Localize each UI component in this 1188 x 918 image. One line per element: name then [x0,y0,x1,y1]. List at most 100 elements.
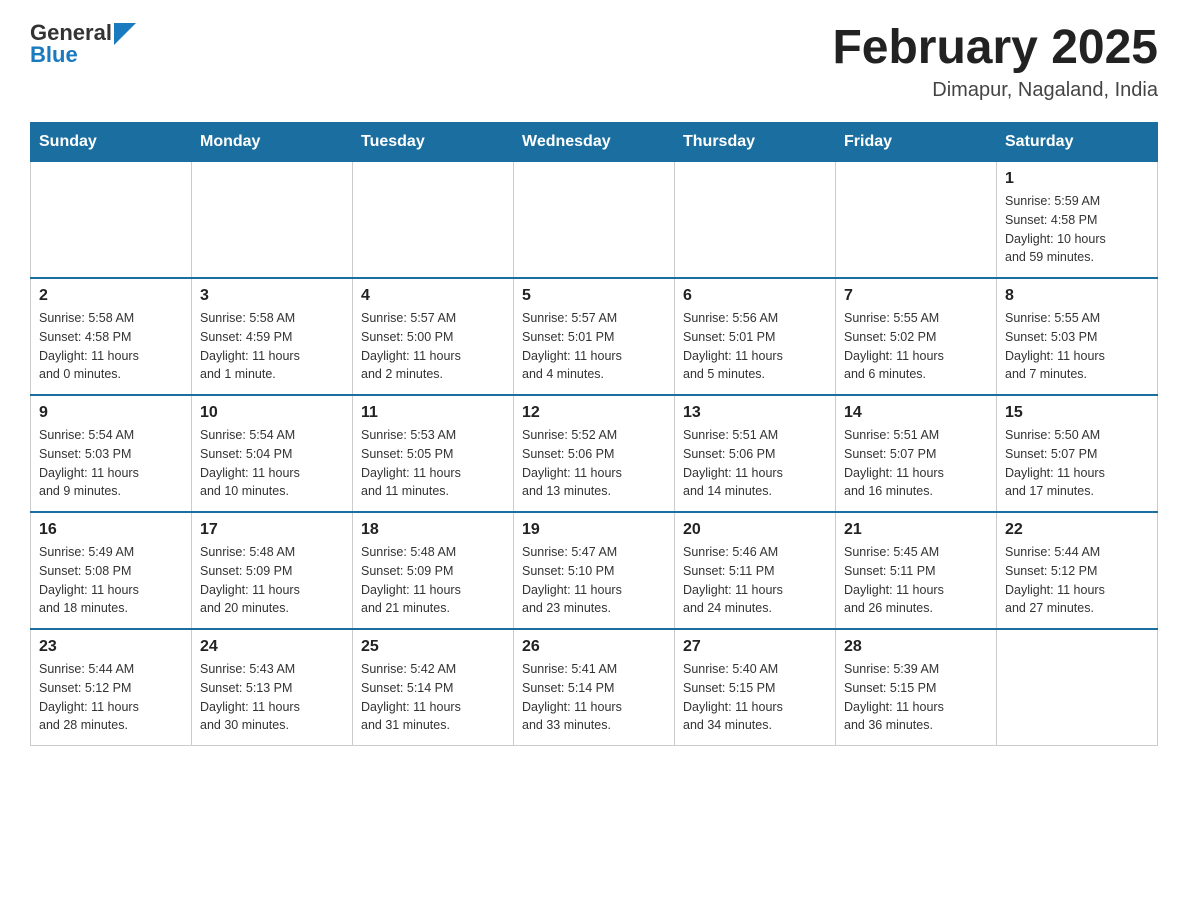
day-of-week-header: Wednesday [514,123,675,162]
calendar-cell: 14 Sunrise: 5:51 AM Sunset: 5:07 PM Dayli… [836,395,997,512]
day-number: 14 [844,404,988,422]
calendar-cell [192,162,353,279]
day-info: Sunrise: 5:49 AM Sunset: 5:08 PM Dayligh… [39,543,183,618]
calendar-cell: 6 Sunrise: 5:56 AM Sunset: 5:01 PM Daylig… [675,278,836,395]
day-info: Sunrise: 5:55 AM Sunset: 5:02 PM Dayligh… [844,309,988,384]
day-number: 9 [39,404,183,422]
day-info: Sunrise: 5:58 AM Sunset: 4:58 PM Dayligh… [39,309,183,384]
calendar-cell: 1 Sunrise: 5:59 AM Sunset: 4:58 PM Daylig… [997,162,1158,279]
day-number: 23 [39,638,183,656]
day-number: 18 [361,521,505,539]
day-number: 8 [1005,287,1149,305]
day-of-week-header: Thursday [675,123,836,162]
calendar-cell: 22Sunrise: 5:44 AM Sunset: 5:12 PM Dayli… [997,512,1158,629]
day-number: 10 [200,404,344,422]
day-number: 6 [683,287,827,305]
day-info: Sunrise: 5:54 AM Sunset: 5:04 PM Dayligh… [200,426,344,501]
day-info: Sunrise: 5:58 AM Sunset: 4:59 PM Dayligh… [200,309,344,384]
day-number: 17 [200,521,344,539]
day-info: Sunrise: 5:59 AM Sunset: 4:58 PM Dayligh… [1005,192,1149,267]
calendar-cell: 21 Sunrise: 5:45 AM Sunset: 5:11 PM Dayli… [836,512,997,629]
day-of-week-header: Saturday [997,123,1158,162]
day-info: Sunrise: 5:45 AM Sunset: 5:11 PM Dayligh… [844,543,988,618]
month-title: February 2025 [832,20,1158,75]
calendar-cell: 17 Sunrise: 5:48 AM Sunset: 5:09 PM Dayli… [192,512,353,629]
day-info: Sunrise: 5:42 AM Sunset: 5:14 PM Dayligh… [361,660,505,735]
day-number: 1 [1005,170,1149,188]
calendar-week-row: 9 Sunrise: 5:54 AM Sunset: 5:03 PM Daylig… [31,395,1158,512]
day-number: 21 [844,521,988,539]
day-of-week-header: Tuesday [353,123,514,162]
day-info: Sunrise: 5:48 AM Sunset: 5:09 PM Dayligh… [200,543,344,618]
day-number: 7 [844,287,988,305]
day-number: 25 [361,638,505,656]
calendar-cell: 8 Sunrise: 5:55 AM Sunset: 5:03 PM Daylig… [997,278,1158,395]
day-info: Sunrise: 5:53 AM Sunset: 5:05 PM Dayligh… [361,426,505,501]
calendar-cell: 27 Sunrise: 5:40 AM Sunset: 5:15 PM Dayli… [675,629,836,746]
calendar-cell [997,629,1158,746]
calendar-cell: 18 Sunrise: 5:48 AM Sunset: 5:09 PM Dayli… [353,512,514,629]
day-info: Sunrise: 5:51 AM Sunset: 5:06 PM Dayligh… [683,426,827,501]
day-info: Sunrise: 5:47 AM Sunset: 5:10 PM Dayligh… [522,543,666,618]
day-number: 26 [522,638,666,656]
day-info: Sunrise: 5:46 AM Sunset: 5:11 PM Dayligh… [683,543,827,618]
day-info: Sunrise: 5:56 AM Sunset: 5:01 PM Dayligh… [683,309,827,384]
day-number: 16 [39,521,183,539]
calendar-cell: 20 Sunrise: 5:46 AM Sunset: 5:11 PM Dayli… [675,512,836,629]
day-number: 11 [361,404,505,422]
calendar-cell [353,162,514,279]
day-number: 24 [200,638,344,656]
logo: General Blue [30,20,136,68]
day-info: Sunrise: 5:55 AM Sunset: 5:03 PM Dayligh… [1005,309,1149,384]
calendar-cell: 13 Sunrise: 5:51 AM Sunset: 5:06 PM Dayli… [675,395,836,512]
calendar-cell: 16 Sunrise: 5:49 AM Sunset: 5:08 PM Dayli… [31,512,192,629]
calendar-cell [836,162,997,279]
day-info: Sunrise: 5:57 AM Sunset: 5:00 PM Dayligh… [361,309,505,384]
calendar-cell: 11 Sunrise: 5:53 AM Sunset: 5:05 PM Dayli… [353,395,514,512]
day-number: 13 [683,404,827,422]
calendar-cell: 5 Sunrise: 5:57 AM Sunset: 5:01 PM Daylig… [514,278,675,395]
calendar-cell [31,162,192,279]
calendar-table: SundayMondayTuesdayWednesdayThursdayFrid… [30,122,1158,746]
day-number: 22 [1005,521,1149,539]
day-number: 27 [683,638,827,656]
calendar-week-row: 23 Sunrise: 5:44 AM Sunset: 5:12 PM Dayli… [31,629,1158,746]
day-number: 19 [522,521,666,539]
calendar-cell: 2 Sunrise: 5:58 AM Sunset: 4:58 PM Daylig… [31,278,192,395]
calendar-week-row: 1 Sunrise: 5:59 AM Sunset: 4:58 PM Daylig… [31,162,1158,279]
calendar-header-row: SundayMondayTuesdayWednesdayThursdayFrid… [31,123,1158,162]
calendar-cell: 28 Sunrise: 5:39 AM Sunset: 5:15 PM Dayli… [836,629,997,746]
day-of-week-header: Sunday [31,123,192,162]
day-info: Sunrise: 5:40 AM Sunset: 5:15 PM Dayligh… [683,660,827,735]
calendar-cell: 4 Sunrise: 5:57 AM Sunset: 5:00 PM Daylig… [353,278,514,395]
day-info: Sunrise: 5:54 AM Sunset: 5:03 PM Dayligh… [39,426,183,501]
calendar-cell: 23 Sunrise: 5:44 AM Sunset: 5:12 PM Dayli… [31,629,192,746]
calendar-week-row: 2 Sunrise: 5:58 AM Sunset: 4:58 PM Daylig… [31,278,1158,395]
logo-arrow-icon [114,23,136,45]
day-info: Sunrise: 5:39 AM Sunset: 5:15 PM Dayligh… [844,660,988,735]
day-number: 2 [39,287,183,305]
day-info: Sunrise: 5:43 AM Sunset: 5:13 PM Dayligh… [200,660,344,735]
day-info: Sunrise: 5:52 AM Sunset: 5:06 PM Dayligh… [522,426,666,501]
day-info: Sunrise: 5:51 AM Sunset: 5:07 PM Dayligh… [844,426,988,501]
day-info: Sunrise: 5:44 AM Sunset: 5:12 PM Dayligh… [39,660,183,735]
day-info: Sunrise: 5:48 AM Sunset: 5:09 PM Dayligh… [361,543,505,618]
day-info: Sunrise: 5:57 AM Sunset: 5:01 PM Dayligh… [522,309,666,384]
day-number: 12 [522,404,666,422]
calendar-cell: 3 Sunrise: 5:58 AM Sunset: 4:59 PM Daylig… [192,278,353,395]
calendar-week-row: 16 Sunrise: 5:49 AM Sunset: 5:08 PM Dayli… [31,512,1158,629]
calendar-cell: 24 Sunrise: 5:43 AM Sunset: 5:13 PM Dayli… [192,629,353,746]
day-number: 3 [200,287,344,305]
day-number: 4 [361,287,505,305]
calendar-cell [514,162,675,279]
calendar-cell: 26Sunrise: 5:41 AM Sunset: 5:14 PM Dayli… [514,629,675,746]
calendar-cell: 9 Sunrise: 5:54 AM Sunset: 5:03 PM Daylig… [31,395,192,512]
day-number: 20 [683,521,827,539]
calendar-cell: 15Sunrise: 5:50 AM Sunset: 5:07 PM Dayli… [997,395,1158,512]
day-number: 5 [522,287,666,305]
day-number: 28 [844,638,988,656]
calendar-cell: 12 Sunrise: 5:52 AM Sunset: 5:06 PM Dayli… [514,395,675,512]
calendar-cell [675,162,836,279]
location-text: Dimapur, Nagaland, India [832,79,1158,102]
calendar-cell: 7 Sunrise: 5:55 AM Sunset: 5:02 PM Daylig… [836,278,997,395]
